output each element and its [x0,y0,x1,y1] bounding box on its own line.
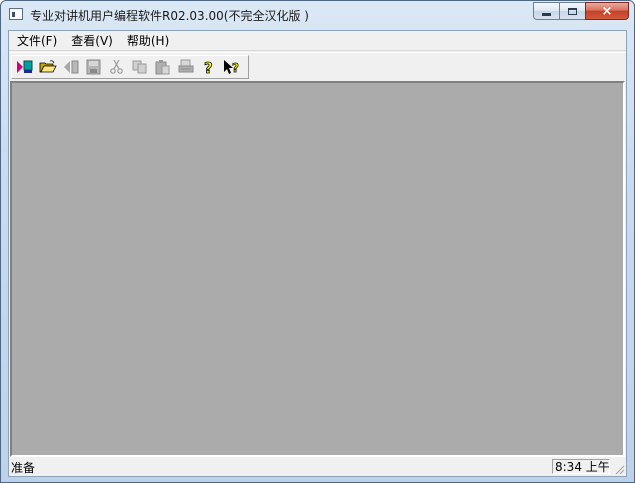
read-radio-icon [17,60,33,73]
caption-buttons: × [533,2,629,22]
minimize-icon [542,12,551,16]
context-help-button[interactable]: ? [221,57,243,77]
about-help-icon: ? [204,59,214,75]
cut-button[interactable] [106,57,128,77]
svg-text:?: ? [204,59,213,75]
print-button[interactable] [175,57,197,77]
app-icon[interactable] [9,8,23,20]
about-button[interactable]: ? [198,57,220,77]
read-radio-button[interactable] [14,57,36,77]
status-text: 准备 [11,460,36,475]
client-area: 文件(F) 查看(V) 帮助(H) ? ? 准备 8:34 上午 [8,30,627,477]
save-disk-icon [86,59,101,75]
mdi-workspace[interactable] [10,81,625,457]
print-icon [178,59,194,73]
open-button[interactable] [37,57,59,77]
toolbar: ? ? [9,52,626,80]
menu-help[interactable]: 帮助(H) [120,32,176,50]
menu-view[interactable]: 查看(V) [64,32,120,50]
menu-file[interactable]: 文件(F) [10,32,64,50]
close-button[interactable]: × [585,2,629,20]
write-radio-icon [64,60,79,74]
write-radio-button[interactable] [60,57,82,77]
status-clock: 8:34 上午 [552,459,610,474]
window-title: 专业对讲机用户编程软件R02.03.00(不完全汉化版 ) [30,9,309,23]
svg-text:?: ? [232,61,239,75]
title-bar[interactable]: 专业对讲机用户编程软件R02.03.00(不完全汉化版 ) × [1,1,634,29]
maximize-button[interactable] [559,2,585,20]
paste-icon [155,60,170,75]
copy-icon [132,60,147,74]
close-icon: × [601,3,613,19]
status-bar: 准备 8:34 上午 [9,458,626,476]
cut-icon [110,59,123,74]
save-button[interactable] [83,57,105,77]
toolbar-group: ? ? [11,55,249,79]
menu-bar: 文件(F) 查看(V) 帮助(H) [9,31,626,51]
app-window: 专业对讲机用户编程软件R02.03.00(不完全汉化版 ) × 文件(F) 查看… [0,0,635,483]
copy-button[interactable] [129,57,151,77]
paste-button[interactable] [152,57,174,77]
context-help-icon: ? [224,60,239,75]
resize-grip-icon[interactable] [613,463,625,475]
open-folder-icon [39,60,57,73]
restore-icon [568,7,577,15]
minimize-button[interactable] [533,2,559,20]
